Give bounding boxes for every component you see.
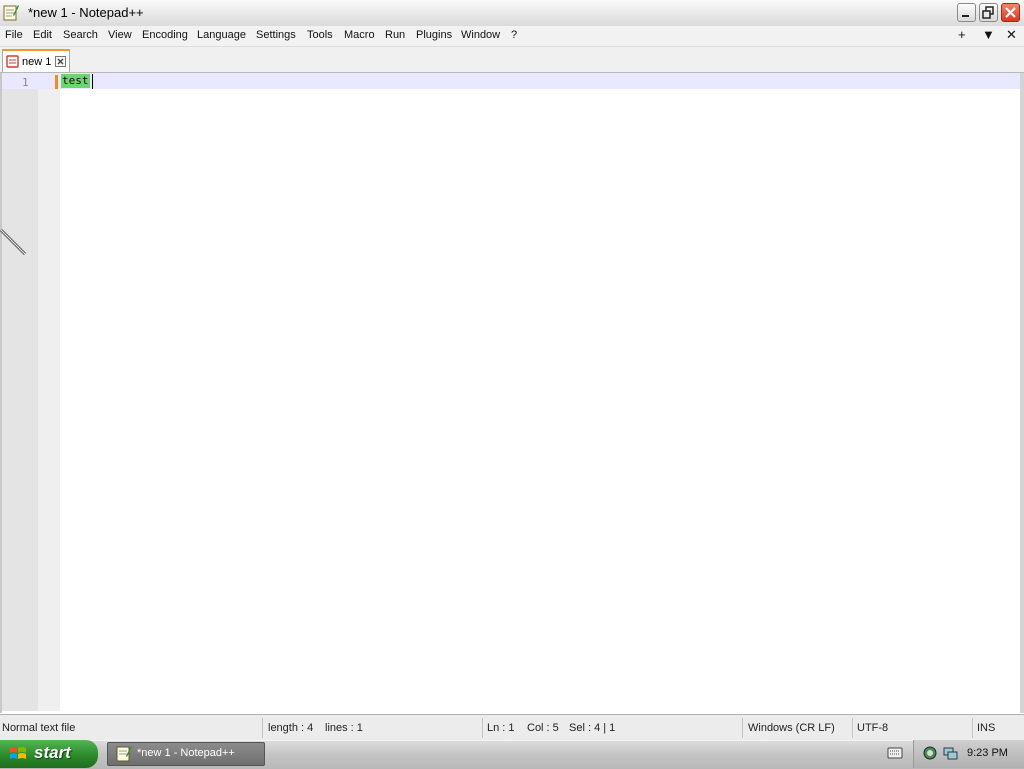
current-line-highlight <box>2 73 1020 89</box>
status-separator <box>262 718 263 738</box>
menu-tools[interactable]: Tools <box>307 29 333 41</box>
title-bar[interactable]: *new 1 - Notepad++ <box>0 0 1024 27</box>
notepad-app-icon <box>3 5 19 21</box>
status-separator <box>482 718 483 738</box>
tab-new-1[interactable]: new 1 <box>2 49 70 72</box>
status-column: Col : 5 <box>527 722 559 734</box>
taskbar-clock[interactable]: 9:23 PM <box>967 747 1008 759</box>
close-document-button[interactable]: ✕ <box>1006 27 1017 43</box>
tab-close-icon[interactable] <box>55 56 66 67</box>
start-label: start <box>34 743 71 762</box>
windows-flag-icon <box>10 747 26 759</box>
menu-view[interactable]: View <box>108 29 132 41</box>
status-lines: lines : 1 <box>325 722 363 734</box>
text-editor[interactable] <box>60 73 1020 711</box>
status-line-number: Ln : 1 <box>487 722 515 734</box>
menu-file[interactable]: File <box>5 29 23 41</box>
security-shield-icon[interactable] <box>922 745 938 761</box>
status-length: length : 4 <box>268 722 314 734</box>
change-history-marker <box>55 75 58 89</box>
restore-icon <box>982 6 994 19</box>
menu-edit[interactable]: Edit <box>33 29 52 41</box>
menu-bar: File Edit Search View Encoding Language … <box>0 26 1024 47</box>
network-icon[interactable] <box>942 745 958 761</box>
taskbar-notepad-label: *new 1 - Notepad++ <box>137 747 235 759</box>
close-icon <box>1005 7 1016 18</box>
line-number-gutter <box>2 73 38 711</box>
menu-language[interactable]: Language <box>197 29 246 41</box>
close-button[interactable] <box>1001 3 1020 22</box>
new-tab-plus-button[interactable]: + <box>958 27 966 42</box>
menu-search[interactable]: Search <box>63 29 98 41</box>
menu-encoding[interactable]: Encoding <box>142 29 188 41</box>
status-eol-format[interactable]: Windows (CR LF) <box>748 722 835 734</box>
editor-right-border <box>1020 73 1024 713</box>
menu-macro[interactable]: Macro <box>344 29 375 41</box>
menu-help[interactable]: ? <box>511 29 517 41</box>
keyboard-icon[interactable] <box>887 746 903 760</box>
mouse-cursor-icon <box>0 228 27 256</box>
menu-window[interactable]: Window <box>461 29 500 41</box>
status-separator <box>852 718 853 738</box>
menu-run[interactable]: Run <box>385 29 405 41</box>
status-encoding[interactable]: UTF-8 <box>857 722 888 734</box>
tab-bar: new 1 <box>0 47 1024 73</box>
line-number: 1 <box>22 76 29 89</box>
status-bar: Normal text file length : 4 lines : 1 Ln… <box>0 714 1024 741</box>
status-file-type: Normal text file <box>2 722 76 734</box>
status-insert-mode[interactable]: INS <box>977 722 995 734</box>
text-caret <box>92 74 93 89</box>
unsaved-document-icon <box>6 55 19 68</box>
status-selection: Sel : 4 | 1 <box>569 722 616 734</box>
menu-plugins[interactable]: Plugins <box>416 29 452 41</box>
minimize-icon <box>962 15 969 17</box>
window-title: *new 1 - Notepad++ <box>28 5 144 20</box>
menu-settings[interactable]: Settings <box>256 29 296 41</box>
status-separator <box>972 718 973 738</box>
minimize-button[interactable] <box>957 3 976 22</box>
restore-button[interactable] <box>979 3 998 22</box>
taskbar-notepad-icon <box>116 746 132 762</box>
status-separator <box>742 718 743 738</box>
tab-list-dropdown-button[interactable]: ▼ <box>982 27 995 42</box>
tab-label: new 1 <box>22 56 52 68</box>
fold-margin[interactable] <box>38 73 60 711</box>
selected-text[interactable]: test <box>61 74 90 88</box>
